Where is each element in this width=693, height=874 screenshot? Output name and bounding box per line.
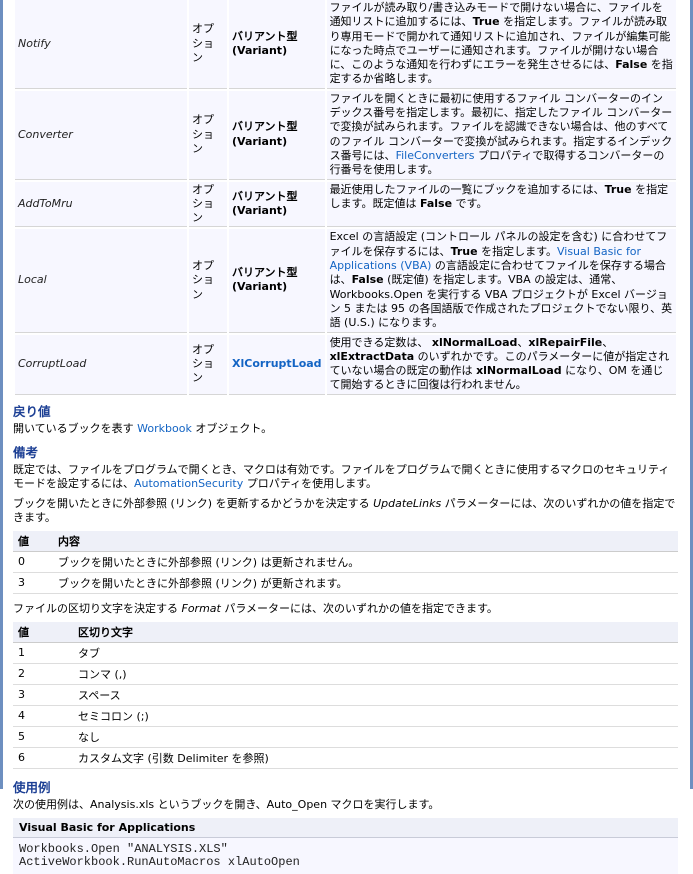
text-segment: False (419, 196, 453, 210)
parameter-required: オプション (189, 0, 227, 89)
parameter-description: ファイルが読み取り/書き込みモードで開けない場合に、ファイルを通知リストに追加す… (326, 0, 676, 89)
code-block: Visual Basic for Applications Workbooks.… (13, 817, 678, 874)
remarks-paragraph-2: ブックを開いたときに外部参照 (リンク) を更新するかどうかを決定する Upda… (13, 497, 678, 525)
table-cell: 2 (13, 663, 73, 685)
text-segment: True (604, 182, 632, 196)
parameter-type: バリアント型 (Variant) (229, 229, 325, 333)
parameters-table: Notify オプション バリアント型 (Variant) ファイルが読み取り/書き込… (13, 0, 678, 397)
table-cell: 0 (13, 551, 53, 573)
parameter-type: バリアント型 (Variant) (229, 181, 325, 228)
parameter-description: 使用できる定数は、 xlNormalLoad、xlRepairFile、xlEx… (326, 334, 676, 395)
text-segment: xlExtractData (329, 349, 415, 363)
column-header: 区切り文字 (73, 621, 678, 643)
link[interactable]: Workbook (137, 422, 192, 435)
table-cell: セミコロン (;) (73, 705, 678, 727)
table-cell: 1 (13, 642, 73, 664)
table-cell: カスタム文字 (引数 Delimiter を参照) (73, 747, 678, 769)
parameter-row: CorruptLoad オプション XlCorruptLoad 使用できる定数は、 x… (15, 334, 676, 395)
column-header: 内容 (53, 530, 678, 552)
table-cell: ブックを開いたときに外部参照 (リンク) が更新されます。 (53, 572, 678, 594)
table-cell: 6 (13, 747, 73, 769)
parameter-name: AddToMru (15, 181, 187, 228)
code-snippet[interactable]: Workbooks.Open "ANALYSIS.XLS" ActiveWork… (13, 838, 678, 874)
parameter-row: Notify オプション バリアント型 (Variant) ファイルが読み取り/書き込… (15, 0, 676, 89)
text-segment: オブジェクト。 (191, 421, 273, 435)
text-segment: xlNormalLoad (431, 335, 518, 349)
parameter-required: オプション (189, 90, 227, 180)
text-segment: パラメーターには、次のいずれかの値を指定できます。 (220, 601, 498, 615)
parameter-required: オプション (189, 229, 227, 333)
text-segment: ブックを開いたときに外部参照 (リンク) を更新するかどうかを決定する (13, 496, 374, 510)
text-segment: UpdateLinks (373, 496, 442, 510)
table-cell: スペース (73, 684, 678, 706)
table-cell: ブックを開いたときに外部参照 (リンク) は更新されません。 (53, 551, 678, 573)
parameter-required: オプション (189, 334, 227, 395)
text-segment: Format (181, 601, 221, 615)
text-segment: です。 (452, 196, 488, 210)
text-segment: ファイルの区切り文字を決定する (13, 601, 182, 615)
parameter-description: ファイルを開くときに最初に使用するファイル コンバーターのインデックス番号を指定… (326, 90, 676, 180)
table-cell: 4 (13, 705, 73, 727)
table-cell: 3 (13, 572, 53, 594)
table-row: 2 コンマ (,) (13, 663, 678, 685)
table-row: 6 カスタム文字 (引数 Delimiter を参照) (13, 747, 678, 769)
text-segment: False (351, 273, 384, 287)
remarks-heading: 備考 (13, 444, 39, 460)
text-segment: 使用できる定数は、 (329, 335, 432, 349)
link[interactable]: FileConverters (396, 149, 475, 162)
parameter-name: Converter (15, 90, 187, 180)
column-header: 値 (13, 621, 73, 643)
remarks-paragraph-3: ファイルの区切り文字を決定する Format パラメーターには、次のいずれかの値… (13, 602, 678, 616)
table-cell: 5 (13, 726, 73, 748)
table-row: 4 セミコロン (;) (13, 705, 678, 727)
parameter-row: Local オプション バリアント型 (Variant) Excel の言語設定 (コ… (15, 229, 676, 333)
text-segment: xlRepairFile (528, 335, 603, 349)
parameter-row: Converter オプション バリアント型 (Variant) ファイルを開くときに… (15, 90, 676, 180)
table-cell: タブ (73, 642, 678, 664)
updatelinks-table: 値内容 0 ブックを開いたときに外部参照 (リンク) は更新されません。 3 ブックを開… (13, 530, 678, 594)
table-row: 0 ブックを開いたときに外部参照 (リンク) は更新されません。 (13, 551, 678, 573)
text-segment: プロパティを使用します。 (243, 476, 377, 490)
example-heading: 使用例 (13, 779, 51, 795)
parameter-row: AddToMru オプション バリアント型 (Variant) 最近使用したファイルの… (15, 181, 676, 228)
parameter-description: Excel の言語設定 (コントロール パネルの設定を含む) に合わせてファイル… (326, 229, 676, 333)
code-language-label: Visual Basic for Applications (13, 817, 678, 838)
text-segment: False (615, 58, 648, 72)
text-segment: 最近使用したファイルの一覧にブックを追加するには、 (329, 182, 605, 196)
remarks-paragraph-1: 既定では、ファイルをプログラムで開くとき、マクロは有効です。ファイルをプログラム… (13, 463, 678, 491)
parameter-type[interactable]: XlCorruptLoad (229, 334, 325, 395)
table-row: 3 ブックを開いたときに外部参照 (リンク) が更新されます。 (13, 572, 678, 594)
text-segment: 、 (602, 335, 614, 349)
text-segment: 、 (517, 335, 529, 349)
table-cell: なし (73, 726, 678, 748)
parameter-required: オプション (189, 181, 227, 228)
format-table: 値区切り文字 1 タブ 2 コンマ (,) 3 スペース 4 セミコロン (;) 5 なし 6 カスタム… (13, 621, 678, 769)
example-text: 次の使用例は、Analysis.xls というブックを開き、Auto_Open … (13, 797, 440, 811)
parameter-name: Local (15, 229, 187, 333)
table-cell: 3 (13, 684, 73, 706)
parameter-name: CorruptLoad (15, 334, 187, 395)
parameter-type: バリアント型 (Variant) (229, 90, 325, 180)
column-header: 値 (13, 530, 53, 552)
text-segment: True (450, 244, 478, 258)
table-row: 5 なし (13, 726, 678, 748)
table-cell: コンマ (,) (73, 663, 678, 685)
table-row: 1 タブ (13, 642, 678, 664)
text-segment: True (472, 15, 500, 29)
parameter-type: バリアント型 (Variant) (229, 0, 325, 89)
parameter-description: 最近使用したファイルの一覧にブックを追加するには、True を指定します。既定値… (326, 181, 676, 228)
table-row: 3 スペース (13, 684, 678, 706)
return-value-heading: 戻り値 (13, 403, 51, 419)
link[interactable]: AutomationSecurity (134, 477, 243, 490)
text-segment: xlNormalLoad (476, 364, 562, 378)
parameter-name: Notify (15, 0, 187, 89)
return-value-text: 開いているブックを表す Workbook オブジェクト。 (13, 422, 678, 436)
text-segment: を指定します。 (477, 244, 557, 258)
text-segment: 開いているブックを表す (13, 421, 138, 435)
